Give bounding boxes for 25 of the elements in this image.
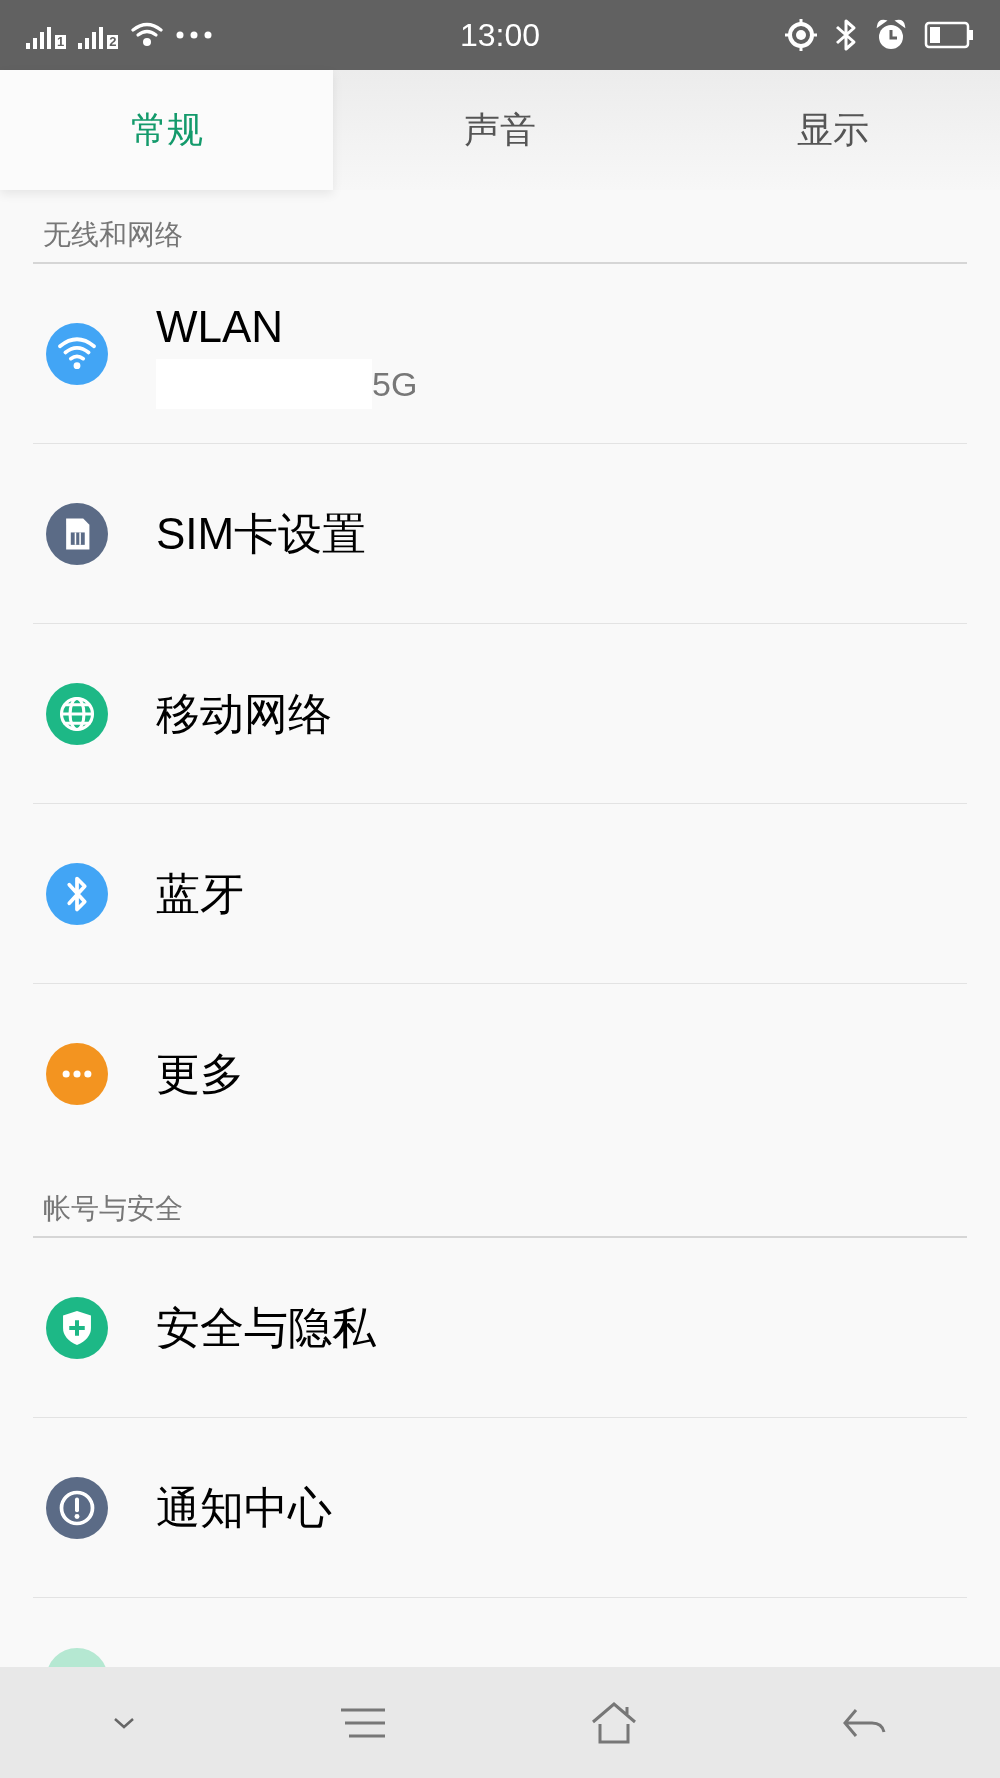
bluetooth-icon	[834, 18, 858, 52]
signal-icon	[26, 27, 52, 49]
chevron-down-icon[interactable]	[112, 1716, 135, 1729]
section-header: 无线和网络	[43, 219, 183, 250]
sim-slot-label: 1	[55, 35, 67, 49]
setting-title[interactable]: WLAN	[156, 298, 418, 355]
setting-title[interactable]: 更多	[156, 1046, 244, 1102]
setting-subtitle: 5G	[372, 363, 418, 404]
setting-title[interactable]: 安全与隐私	[156, 1299, 376, 1356]
setting-title[interactable]: 蓝牙	[156, 865, 244, 922]
signal-icon	[78, 27, 105, 49]
battery-icon	[924, 21, 974, 49]
setting-title[interactable]: SIM卡设置	[156, 505, 367, 562]
setting-title[interactable]: 通知中心	[156, 1479, 332, 1536]
location-icon	[784, 18, 818, 52]
setting-title[interactable]: 移动网络	[156, 685, 332, 742]
home-icon[interactable]	[590, 1701, 637, 1744]
more-icon	[176, 31, 213, 39]
tab[interactable]: 显示	[666, 70, 1000, 190]
alarm-icon	[874, 18, 908, 52]
section-header: 帐号与安全	[43, 1193, 183, 1224]
sim-slot-label: 2	[107, 35, 119, 49]
menu-icon[interactable]	[339, 1707, 386, 1738]
clock: 13:00	[459, 16, 541, 55]
tab[interactable]: 声音	[333, 70, 667, 190]
